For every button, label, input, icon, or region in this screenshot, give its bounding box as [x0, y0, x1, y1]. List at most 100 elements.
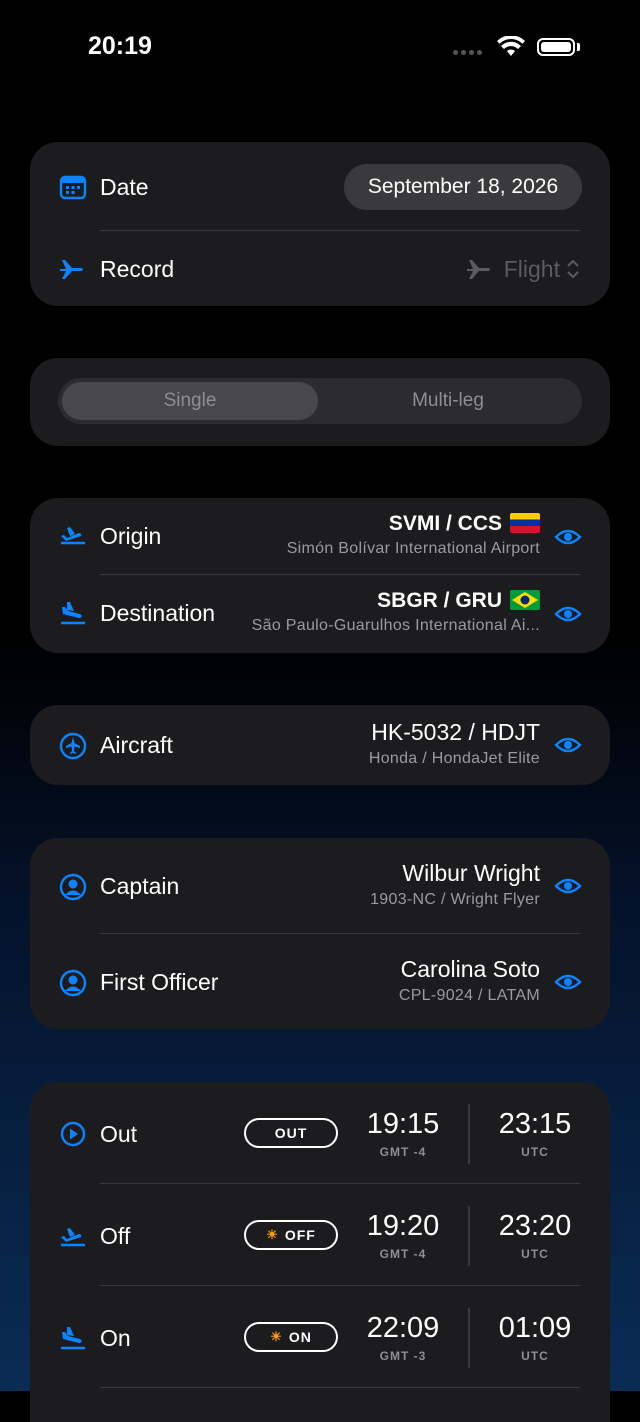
segment-multi-leg[interactable]: Multi-leg — [320, 382, 576, 420]
sun-icon: ☀ — [270, 1329, 283, 1344]
time-separator — [468, 1206, 470, 1266]
aircraft-value: HK-5032 / HDJT Honda / HondaJet Elite — [369, 719, 540, 768]
brazil-flag-icon — [510, 590, 540, 610]
leg-type-segmented-control: Single Multi-leg — [58, 378, 582, 424]
on-label: On — [100, 1325, 131, 1351]
play-circle-icon — [60, 1121, 86, 1147]
off-label: Off — [100, 1223, 131, 1249]
out-utc-zone: UTC — [521, 1145, 549, 1159]
eye-icon[interactable] — [554, 600, 582, 628]
on-pill-text: ON — [288, 1329, 312, 1345]
date-row: Date September 18, 2026 — [30, 142, 610, 232]
out-utc-time: 23:15 UTC — [475, 1108, 595, 1159]
divider — [100, 230, 580, 231]
eye-icon[interactable] — [554, 968, 582, 996]
airplane-icon — [466, 260, 490, 279]
out-utc-value: 23:15 — [498, 1108, 572, 1140]
destination-airport-name: São Paulo-Guarulhos International Ai... — [251, 617, 540, 634]
battery-nub — [577, 43, 580, 51]
airplane-departure-icon — [61, 1228, 85, 1247]
airplane-icon — [60, 260, 83, 279]
date-picker-button[interactable]: September 18, 2026 — [344, 164, 582, 210]
aircraft-label: Aircraft — [100, 732, 173, 758]
block-times-card: Out OUT 19:15 GMT -4 23:15 UTC Off ☀ OFF … — [30, 1082, 610, 1422]
route-card: Origin SVMI / CCS Simón Bolívar Internat… — [30, 498, 610, 653]
date-label: Date — [100, 174, 149, 200]
on-utc-zone: UTC — [521, 1349, 549, 1363]
captain-value: Wilbur Wright 1903-NC / Wright Flyer — [370, 860, 540, 909]
off-local-zone: GMT -4 — [379, 1247, 427, 1261]
person-circle-icon — [59, 873, 87, 901]
first-officer-label: First Officer — [100, 969, 219, 995]
out-label: Out — [100, 1121, 138, 1147]
aircraft-registration: HK-5032 / HDJT — [371, 719, 540, 745]
record-type-picker[interactable]: Flight — [462, 254, 580, 284]
eye-icon[interactable] — [554, 731, 582, 759]
on-local-zone: GMT -3 — [379, 1349, 427, 1363]
time-row-off[interactable]: Off ☀ OFF 19:20 GMT -4 23:20 UTC — [30, 1184, 610, 1286]
destination-value: SBGR / GRU São Paulo-Guarulhos Internati… — [252, 589, 540, 635]
on-utc-time: 01:09 UTC — [475, 1312, 595, 1363]
on-local-time: 22:09 GMT -3 — [343, 1312, 463, 1363]
off-utc-time: 23:20 UTC — [475, 1210, 595, 1261]
out-local-time: 19:15 GMT -4 — [343, 1108, 463, 1159]
divider — [100, 1387, 580, 1388]
battery-icon — [537, 38, 575, 56]
off-pill-text: OFF — [284, 1227, 316, 1243]
out-local-value: 19:15 — [366, 1108, 440, 1140]
segment-single[interactable]: Single — [62, 382, 318, 420]
wifi-icon — [497, 36, 525, 56]
chevron-up-down-icon — [567, 259, 579, 279]
sun-icon: ☀ — [266, 1227, 279, 1242]
on-utc-value: 01:09 — [498, 1312, 572, 1344]
time-separator — [468, 1308, 470, 1368]
captain-license: 1903-NC / Wright Flyer — [370, 891, 540, 908]
airplane-departure-icon — [61, 527, 85, 545]
destination-code: SBGR / GRU — [377, 589, 502, 612]
airplane-arrival-icon — [61, 1327, 85, 1350]
airplane-arrival-icon — [61, 602, 85, 625]
first-officer-name: Carolina Soto — [400, 956, 540, 982]
cellular-signal-icon — [453, 50, 487, 56]
aircraft-card[interactable]: Aircraft HK-5032 / HDJT Honda / HondaJet… — [30, 705, 610, 785]
record-type-value: Flight — [503, 255, 560, 282]
date-record-card: Date September 18, 2026 Record Flight — [30, 142, 610, 306]
off-utc-value: 23:20 — [498, 1210, 572, 1242]
origin-value: SVMI / CCS Simón Bolívar International A… — [287, 512, 540, 558]
origin-row[interactable]: Origin SVMI / CCS Simón Bolívar Internat… — [30, 498, 610, 574]
out-pill-text: OUT — [274, 1125, 308, 1141]
status-time: 20:19 — [88, 32, 152, 60]
off-pill[interactable]: ☀ OFF — [244, 1220, 338, 1250]
crew-card: Captain Wilbur Wright 1903-NC / Wright F… — [30, 838, 610, 1029]
origin-airport-name: Simón Bolívar International Airport — [286, 540, 540, 557]
first-officer-value: Carolina Soto CPL-9024 / LATAM — [399, 956, 540, 1005]
time-row-on[interactable]: On ☀ ON 22:09 GMT -3 01:09 UTC — [30, 1286, 610, 1388]
aircraft-model: Honda / HondaJet Elite — [368, 750, 540, 767]
out-pill[interactable]: OUT — [244, 1118, 338, 1148]
time-row-out[interactable]: Out OUT 19:15 GMT -4 23:15 UTC — [30, 1082, 610, 1184]
origin-label: Origin — [100, 523, 162, 549]
off-local-time: 19:20 GMT -4 — [343, 1210, 463, 1261]
destination-row[interactable]: Destination SBGR / GRU São Paulo-Guarulh… — [30, 575, 610, 653]
time-separator — [468, 1104, 470, 1164]
first-officer-license: CPL-9024 / LATAM — [398, 987, 540, 1004]
venezuela-flag-icon — [510, 513, 540, 533]
eye-icon[interactable] — [554, 523, 582, 551]
destination-label: Destination — [100, 600, 216, 626]
aircraft-circle-icon — [59, 732, 87, 760]
on-local-value: 22:09 — [366, 1312, 440, 1344]
captain-name: Wilbur Wright — [402, 860, 540, 886]
status-bar: 20:19 — [0, 0, 640, 96]
captain-label: Captain — [100, 873, 180, 899]
person-circle-icon — [59, 969, 87, 997]
captain-row[interactable]: Captain Wilbur Wright 1903-NC / Wright F… — [30, 838, 610, 933]
on-pill[interactable]: ☀ ON — [244, 1322, 338, 1352]
origin-code: SVMI / CCS — [388, 512, 502, 535]
out-local-zone: GMT -4 — [379, 1145, 427, 1159]
first-officer-row[interactable]: First Officer Carolina Soto CPL-9024 / L… — [30, 934, 610, 1029]
calendar-icon — [59, 175, 87, 200]
eye-icon[interactable] — [554, 872, 582, 900]
segment-card: Single Multi-leg — [30, 358, 610, 446]
record-label: Record — [100, 256, 175, 282]
off-local-value: 19:20 — [366, 1210, 440, 1242]
